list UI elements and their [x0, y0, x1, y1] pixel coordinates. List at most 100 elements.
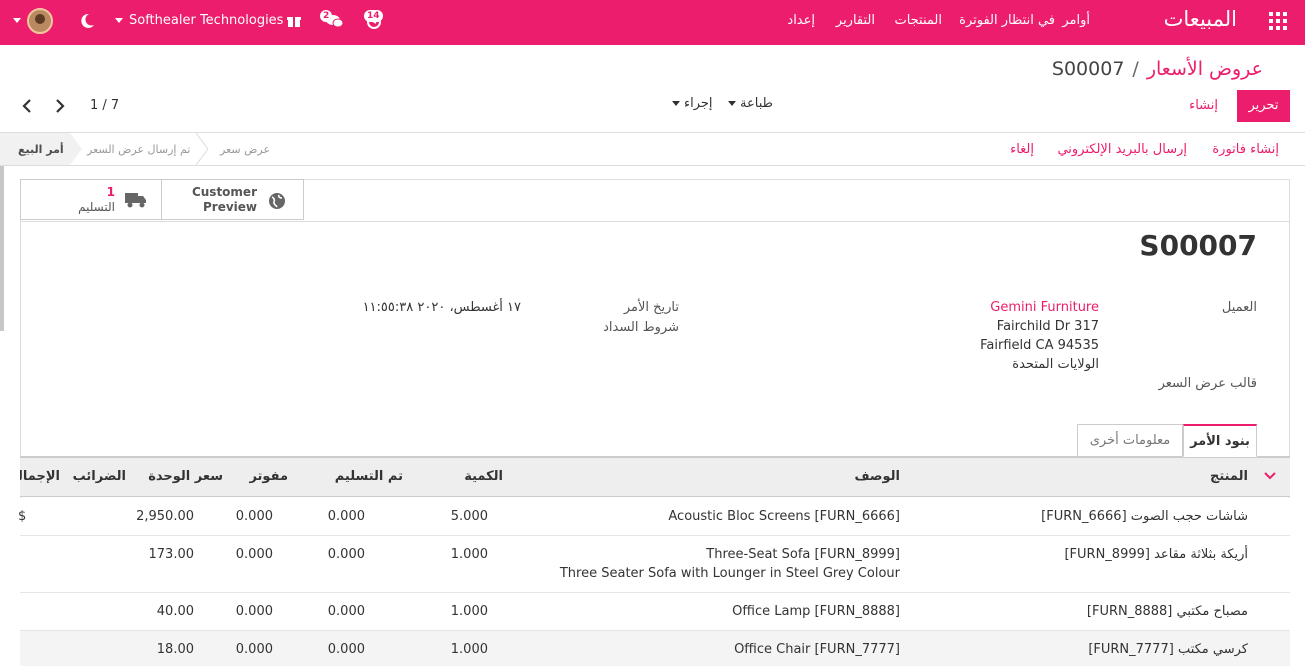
customer-address-line2: Fairfield CA 94535 — [980, 338, 1099, 353]
apps-menu-icon[interactable] — [1269, 12, 1287, 30]
pager-next-icon[interactable] — [55, 98, 65, 117]
row-description-detail: Three Seater Sofa with Lounger in Steel … — [559, 566, 900, 581]
company-caret-icon[interactable] — [115, 18, 123, 23]
row-quantity: 5.000 — [450, 509, 488, 524]
customer-link[interactable]: Gemini Furniture — [990, 300, 1099, 315]
order-date-label: تاريخ الأمر — [623, 300, 679, 315]
row-quantity: 1.000 — [450, 547, 488, 562]
menu-to-invoice[interactable]: في انتظار الفوترة — [959, 13, 1055, 28]
user-avatar[interactable] — [27, 8, 53, 34]
create-invoice-button[interactable]: إنشاء فاتورة — [1212, 142, 1279, 157]
user-menu-caret-icon[interactable] — [13, 18, 21, 23]
row-subtotal: $ — [18, 509, 27, 524]
stage-quotation: عرض سعر — [220, 143, 271, 156]
row-delivered: 0.000 — [327, 547, 365, 562]
pager-previous-icon[interactable] — [22, 98, 32, 117]
breadcrumb-quotations-link[interactable]: عروض الأسعار — [1147, 58, 1263, 80]
action-dropdown[interactable]: إجراء — [668, 96, 713, 111]
row-delivered: 0.000 — [327, 604, 365, 619]
column-delivered[interactable]: تم التسليم — [335, 469, 403, 484]
row-description: Office Lamp [FURN_8888] — [732, 604, 900, 619]
column-quantity[interactable]: الكمية — [464, 469, 503, 484]
row-invoiced: 0.000 — [235, 642, 273, 657]
column-subtotal[interactable]: الإجمالي — [20, 469, 60, 484]
stage-separator-icon — [196, 133, 208, 165]
row-unit-price: 2,950.00 — [136, 509, 194, 524]
delivery-count: 1 — [106, 185, 115, 199]
app-title[interactable]: المبيعات — [1164, 7, 1237, 31]
create-button[interactable]: إنشاء — [1189, 98, 1218, 113]
row-delivered: 0.000 — [327, 509, 365, 524]
payment-terms-label: شروط السداد — [603, 320, 679, 335]
tab-order-lines[interactable]: بنود الأمر — [1183, 424, 1257, 457]
column-description[interactable]: الوصف — [854, 469, 900, 484]
table-row[interactable]: [FURN_7777] كرسي مكتب Office Chair [FURN… — [20, 631, 1290, 666]
action-label: إجراء — [684, 96, 713, 111]
customer-address-country: الولايات المتحدة — [1012, 357, 1099, 372]
column-unit-price[interactable]: سعر الوحدة — [148, 469, 223, 484]
delivery-smart-button[interactable]: 1 التسليم — [20, 179, 162, 220]
row-description: Office Chair [FURN_7777] — [734, 642, 900, 657]
activity-count-badge: 14 — [364, 10, 383, 22]
tab-other-info[interactable]: معلومات أخرى — [1077, 424, 1183, 457]
row-quantity: 1.000 — [450, 642, 488, 657]
cancel-button[interactable]: إلغاء — [1010, 142, 1034, 157]
table-row[interactable]: [FURN_8999] أريكة بثلاثة مقاعد Three-Sea… — [20, 536, 1290, 593]
row-product: [FURN_7777] كرسي مكتب — [1088, 642, 1248, 657]
order-name: S00007 — [1139, 229, 1257, 262]
globe-icon — [268, 192, 286, 210]
breadcrumb-separator: / — [1132, 58, 1139, 80]
row-delivered: 0.000 — [327, 642, 365, 657]
top-navbar: المبيعات أوامر في انتظار الفوترة المنتجا… — [0, 0, 1305, 45]
pager-value[interactable]: 1 / 7 — [90, 98, 119, 113]
menu-orders[interactable]: أوامر — [1062, 13, 1090, 28]
row-invoiced: 0.000 — [235, 604, 273, 619]
stage-sales-order: أمر البيع — [18, 143, 64, 156]
row-quantity: 1.000 — [450, 604, 488, 619]
breadcrumb-current: S00007 — [1051, 58, 1125, 80]
row-product: [FURN_8999] أريكة بثلاثة مقاعد — [1064, 547, 1248, 562]
gift-icon[interactable] — [286, 13, 302, 29]
truck-icon — [125, 191, 147, 209]
column-taxes[interactable]: الضرائب — [73, 469, 126, 484]
dark-mode-moon-icon[interactable] — [78, 12, 96, 30]
edit-button[interactable]: تحرير — [1237, 90, 1290, 122]
row-product: [FURN_8888] مصباح مكتبي — [1086, 604, 1248, 619]
row-unit-price: 173.00 — [148, 547, 195, 562]
customer-preview-line1: Customer — [191, 185, 257, 199]
delivery-label: التسليم — [78, 200, 115, 214]
row-unit-price: 18.00 — [156, 642, 194, 657]
row-product: [FURN_6666] شاشات حجب الصوت — [1041, 509, 1248, 524]
row-invoiced: 0.000 — [235, 509, 273, 524]
customer-address-line1: Fairchild Dr 317 — [996, 319, 1099, 334]
menu-configuration[interactable]: إعداد — [787, 13, 815, 28]
table-row[interactable]: [FURN_8888] مصباح مكتبي Office Lamp [FUR… — [20, 593, 1290, 631]
print-label: طباعة — [740, 96, 773, 111]
print-caret-icon — [728, 101, 736, 106]
stage-separator-icon — [70, 133, 82, 165]
scrollbar[interactable] — [0, 166, 4, 331]
menu-reporting[interactable]: التقارير — [836, 13, 875, 28]
row-description: Acoustic Bloc Screens [FURN_6666] — [668, 509, 900, 524]
column-product[interactable]: المنتج — [1210, 469, 1248, 484]
menu-products[interactable]: المنتجات — [894, 13, 942, 28]
breadcrumb: S00007 / عروض الأسعار — [1052, 58, 1263, 80]
quotation-template-label: قالب عرض السعر — [1158, 376, 1257, 391]
customer-preview-button[interactable]: Customer Preview — [161, 179, 304, 220]
row-invoiced: 0.000 — [235, 547, 273, 562]
send-by-email-button[interactable]: إرسال بالبريد الإلكتروني — [1057, 142, 1187, 157]
company-switcher[interactable]: Softhealer Technologies — [129, 13, 283, 28]
print-dropdown[interactable]: طباعة — [724, 96, 773, 111]
order-date-value[interactable]: ١٧ أغسطس، ٢٠٢٠ ١١:٥٥:٣٨ — [363, 300, 521, 315]
customer-preview-line2: Preview — [202, 200, 257, 214]
stage-quotation-sent: تم إرسال عرض السعر — [87, 143, 191, 156]
smart-buttons-divider — [20, 221, 1290, 222]
customer-label: العميل — [1221, 300, 1257, 315]
column-invoiced[interactable]: مفوتر — [249, 469, 288, 484]
action-caret-icon — [672, 101, 680, 106]
order-lines-table-header: المنتج الوصف الكمية تم التسليم مفوتر سعر… — [20, 457, 1290, 497]
sort-chevron-down-icon[interactable] — [1264, 470, 1276, 485]
table-row[interactable]: [FURN_6666] شاشات حجب الصوت Acoustic Blo… — [18, 498, 1290, 536]
row-description: Three-Seat Sofa [FURN_8999] — [706, 547, 900, 562]
form-statusbar: إنشاء فاتورة إرسال بالبريد الإلكتروني إل… — [0, 132, 1305, 166]
